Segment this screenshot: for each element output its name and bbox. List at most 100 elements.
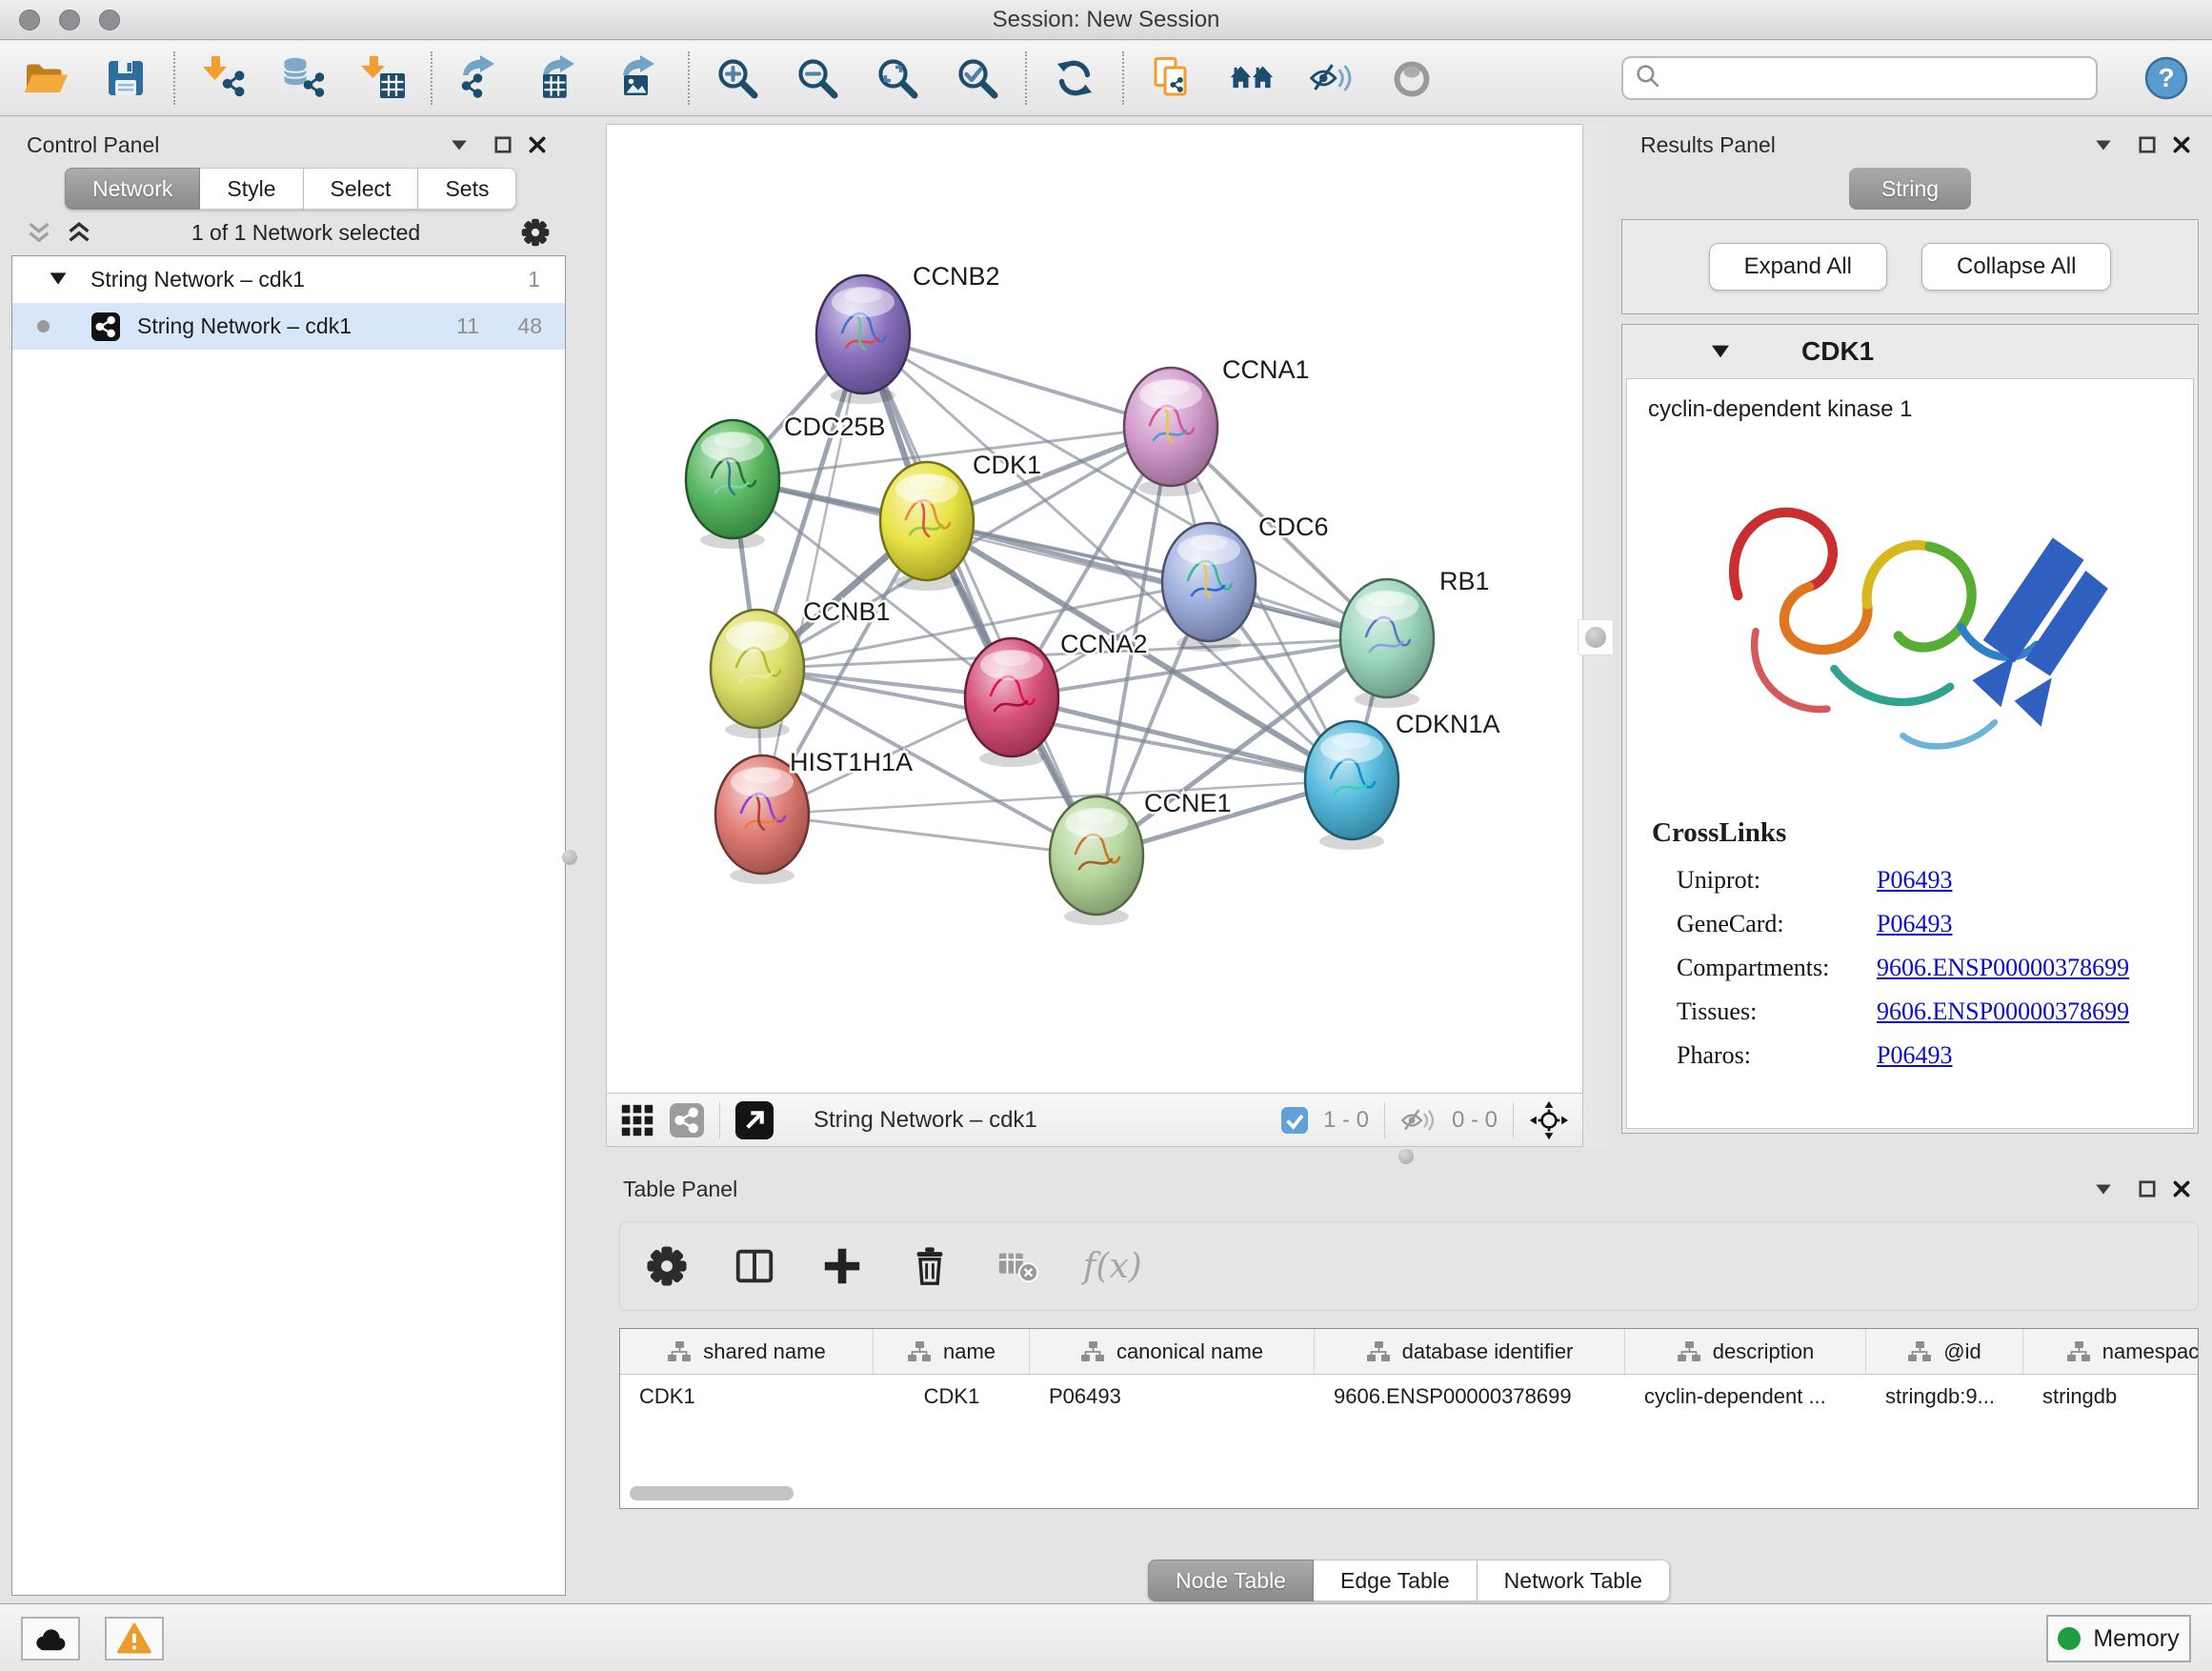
open-in-new-window-icon[interactable]	[735, 1101, 774, 1139]
horizontal-splitter-handle[interactable]	[1398, 1149, 1414, 1164]
network-options-gear-icon[interactable]	[520, 217, 551, 248]
hide-details-eye-icon[interactable]	[1309, 55, 1355, 101]
tree-expand-triangle-icon[interactable]	[49, 267, 68, 292]
network-node-CDKN1A[interactable]	[1305, 721, 1398, 850]
expand-all-networks-icon[interactable]	[67, 221, 91, 244]
collapse-all-button[interactable]: Collapse All	[1921, 243, 2111, 291]
import-table-icon[interactable]	[360, 55, 406, 101]
export-network-icon[interactable]	[457, 55, 503, 101]
network-node-CCNB2[interactable]	[816, 275, 910, 404]
panel-close-icon[interactable]	[2172, 1179, 2191, 1198]
network-node-CDC25B[interactable]	[686, 420, 779, 549]
result-entry-header[interactable]: CDK1	[1622, 325, 2198, 378]
panel-close-icon[interactable]	[2172, 135, 2191, 154]
open-session-icon[interactable]	[23, 55, 69, 101]
help-icon[interactable]: ?	[2143, 55, 2189, 101]
panel-menu-caret-icon[interactable]	[2094, 135, 2113, 154]
collapse-triangle-icon[interactable]	[1710, 343, 1731, 360]
table-column-header[interactable]: name	[874, 1329, 1030, 1374]
export-table-icon[interactable]	[537, 55, 583, 101]
tab-style[interactable]: Style	[200, 168, 303, 210]
network-tree-root-row[interactable]: String Network – cdk1 1	[12, 256, 565, 303]
crosslink-link[interactable]: 9606.ENSP00000378699	[1877, 954, 2129, 982]
tab-network[interactable]: Network	[65, 168, 200, 210]
import-network-database-icon[interactable]	[280, 55, 326, 101]
table-column-header[interactable]: shared name	[620, 1329, 874, 1374]
add-entry-icon[interactable]	[820, 1244, 864, 1288]
panel-menu-caret-icon[interactable]	[2094, 1179, 2113, 1198]
expand-all-button[interactable]: Expand All	[1709, 243, 1887, 291]
vertical-splitter[interactable]	[1583, 124, 1608, 1147]
string-documents-icon[interactable]	[1149, 55, 1195, 101]
table-cell[interactable]: stringdb:9...	[1866, 1375, 2023, 1419]
grid-view-icon[interactable]	[620, 1103, 654, 1137]
network-node-CDC6[interactable]	[1162, 523, 1256, 652]
zoom-out-icon[interactable]	[794, 55, 840, 101]
table-cell[interactable]: P06493	[1030, 1375, 1315, 1419]
tab-string-results[interactable]: String	[1849, 168, 1971, 210]
tab-node-table[interactable]: Node Table	[1148, 1560, 1314, 1601]
window-close-button[interactable]	[19, 10, 40, 30]
network-node-CCNA1[interactable]	[1124, 368, 1217, 496]
window-minimize-button[interactable]	[59, 10, 80, 30]
window-zoom-button[interactable]	[99, 10, 120, 30]
network-tree-child-row[interactable]: String Network – cdk1 11 48	[12, 303, 565, 350]
selected-checkbox-icon[interactable]	[1281, 1107, 1308, 1134]
network-edge[interactable]	[863, 334, 1096, 856]
save-session-icon[interactable]	[103, 55, 149, 101]
crosslink-link[interactable]: 9606.ENSP00000378699	[1877, 997, 2129, 1026]
table-column-header[interactable]: canonical name	[1030, 1329, 1315, 1374]
left-splitter-handle[interactable]	[562, 850, 577, 865]
table-horizontal-scrollbar[interactable]	[630, 1486, 794, 1500]
table-gear-icon[interactable]	[645, 1244, 689, 1288]
panel-close-icon[interactable]	[528, 135, 547, 154]
crosslink-link[interactable]: P06493	[1877, 1041, 1952, 1070]
table-column-header[interactable]: namespac	[2023, 1329, 2199, 1374]
tab-select[interactable]: Select	[304, 168, 419, 210]
table-cell[interactable]: cyclin-dependent ...	[1625, 1375, 1866, 1419]
network-edge[interactable]	[762, 334, 863, 815]
tab-sets[interactable]: Sets	[418, 168, 516, 210]
string-homes-icon[interactable]	[1229, 55, 1275, 101]
cloud-button[interactable]	[21, 1617, 80, 1661]
network-edge[interactable]	[762, 815, 1096, 856]
apply-layout-icon[interactable]	[1052, 55, 1097, 101]
function-builder-icon[interactable]: f(x)	[1083, 1247, 1142, 1286]
network-canvas[interactable]: CCNB2CCNA1CDC25BCDK1CDC6RB1CCNB1CCNA2CDK…	[607, 125, 1582, 1093]
show-details-eye-icon[interactable]	[1389, 55, 1435, 101]
show-columns-icon[interactable]	[733, 1244, 776, 1288]
zoom-selected-icon[interactable]	[955, 55, 1000, 101]
crosshair-icon[interactable]	[1529, 1100, 1569, 1140]
table-column-header[interactable]: database identifier	[1315, 1329, 1625, 1374]
warnings-button[interactable]	[105, 1617, 164, 1661]
delete-entry-icon[interactable]	[908, 1244, 952, 1288]
crosslink-link[interactable]: P06493	[1877, 910, 1952, 938]
export-image-icon[interactable]	[617, 55, 663, 101]
import-network-icon[interactable]	[200, 55, 246, 101]
table-cell[interactable]: CDK1	[620, 1375, 874, 1419]
delete-table-icon[interactable]	[995, 1244, 1039, 1288]
panel-menu-caret-icon[interactable]	[450, 135, 469, 154]
panel-float-icon[interactable]	[493, 135, 513, 154]
table-column-header[interactable]: @id	[1866, 1329, 2023, 1374]
crosslink-link[interactable]: P06493	[1877, 866, 1952, 895]
search-input[interactable]	[1668, 66, 2084, 91]
hidden-eye-icon[interactable]	[1400, 1103, 1437, 1137]
table-cell[interactable]: stringdb	[2023, 1375, 2199, 1419]
zoom-in-icon[interactable]	[714, 55, 760, 101]
table-row[interactable]: CDK1CDK1P064939606.ENSP00000378699cyclin…	[620, 1375, 2198, 1419]
panel-float-icon[interactable]	[2138, 135, 2157, 154]
table-cell[interactable]: 9606.ENSP00000378699	[1315, 1375, 1625, 1419]
table-cell[interactable]: CDK1	[874, 1375, 1030, 1419]
tab-network-table[interactable]: Network Table	[1478, 1560, 1670, 1601]
search-box[interactable]	[1621, 56, 2098, 100]
memory-button[interactable]: Memory	[2046, 1615, 2191, 1662]
network-node-CCNB1[interactable]	[711, 610, 804, 738]
zoom-fit-icon[interactable]	[875, 55, 920, 101]
tab-edge-table[interactable]: Edge Table	[1314, 1560, 1478, 1601]
network-node-CCNE1[interactable]	[1050, 796, 1143, 925]
string-badge-gray-icon[interactable]	[670, 1103, 704, 1137]
network-node-RB1[interactable]	[1340, 579, 1434, 708]
table-column-header[interactable]: description	[1625, 1329, 1866, 1374]
collapse-all-networks-icon[interactable]	[27, 221, 51, 244]
